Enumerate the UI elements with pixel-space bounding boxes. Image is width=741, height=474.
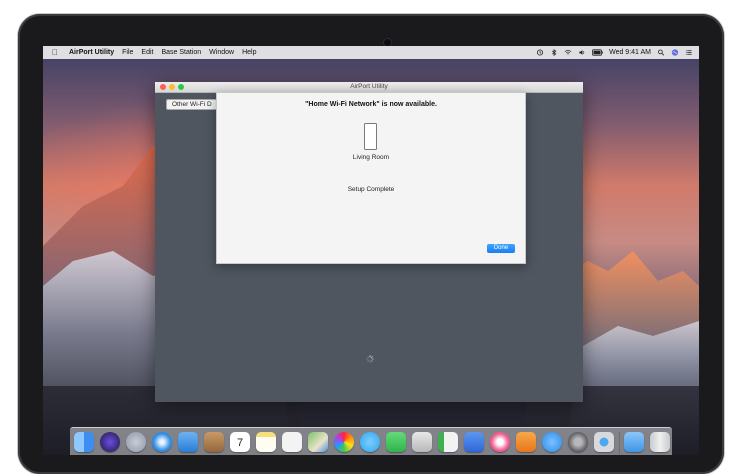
- app-menu[interactable]: AirPort Utility: [69, 49, 114, 56]
- downloads-folder-icon[interactable]: [624, 432, 644, 452]
- photo-booth-icon[interactable]: [412, 432, 432, 452]
- menu-help[interactable]: Help: [242, 49, 256, 56]
- itunes-icon[interactable]: [490, 432, 510, 452]
- calendar-icon[interactable]: 7: [230, 432, 250, 452]
- loading-spinner-icon: [366, 355, 374, 363]
- notes-icon[interactable]: [256, 432, 276, 452]
- volume-icon[interactable]: [578, 49, 586, 56]
- menu-edit[interactable]: Edit: [141, 49, 153, 56]
- wifi-icon[interactable]: [564, 49, 572, 56]
- notification-center-icon[interactable]: [685, 49, 693, 56]
- window-title: AirPort Utility: [350, 83, 388, 90]
- reminders-icon[interactable]: [282, 432, 302, 452]
- spotlight-icon[interactable]: [657, 49, 665, 56]
- other-wifi-devices-button[interactable]: Other Wi-Fi D: [166, 99, 218, 110]
- siri-icon[interactable]: [100, 432, 120, 452]
- device-name-label: Living Room: [352, 154, 390, 161]
- siri-menu-icon[interactable]: [671, 49, 679, 56]
- done-button[interactable]: Done: [487, 244, 515, 253]
- battery-icon[interactable]: [592, 49, 603, 56]
- time-machine-icon[interactable]: [536, 49, 544, 56]
- mail-icon[interactable]: [178, 432, 198, 452]
- ibooks-icon[interactable]: [516, 432, 536, 452]
- apple-menu-icon[interactable]: : [52, 46, 64, 59]
- menu-base-station[interactable]: Base Station: [161, 49, 201, 56]
- desktop:  AirPort Utility File Edit Base Station…: [43, 46, 699, 455]
- facetime-icon[interactable]: [386, 432, 406, 452]
- messages-icon[interactable]: [360, 432, 380, 452]
- menu-file[interactable]: File: [122, 49, 133, 56]
- app-store-icon[interactable]: [542, 432, 562, 452]
- network-available-headline: "Home Wi-Fi Network" is now available.: [305, 101, 437, 108]
- camera: [384, 39, 391, 46]
- status-menus: Wed 9:41 AM: [536, 46, 699, 59]
- menu-clock[interactable]: Wed 9:41 AM: [609, 49, 651, 56]
- contacts-icon[interactable]: [204, 432, 224, 452]
- menu-bar:  AirPort Utility File Edit Base Station…: [43, 46, 699, 59]
- bluetooth-icon[interactable]: [550, 49, 558, 56]
- photos-icon[interactable]: [334, 432, 354, 452]
- safari-icon[interactable]: [152, 432, 172, 452]
- numbers-icon[interactable]: [438, 432, 458, 452]
- finder-icon[interactable]: [74, 432, 94, 452]
- dock: 7: [70, 427, 672, 455]
- menu-window[interactable]: Window: [209, 49, 234, 56]
- airport-device-icon: [364, 123, 377, 150]
- launchpad-icon[interactable]: [126, 432, 146, 452]
- dock-divider: [619, 432, 620, 454]
- setup-complete-sheet: "Home Wi-Fi Network" is now available. L…: [216, 92, 526, 264]
- airport-utility-icon[interactable]: [594, 432, 614, 452]
- trash-icon[interactable]: [650, 432, 670, 452]
- keynote-icon[interactable]: [464, 432, 484, 452]
- maps-icon[interactable]: [308, 432, 328, 452]
- system-preferences-icon[interactable]: [568, 432, 588, 452]
- setup-status-label: Setup Complete: [347, 186, 395, 193]
